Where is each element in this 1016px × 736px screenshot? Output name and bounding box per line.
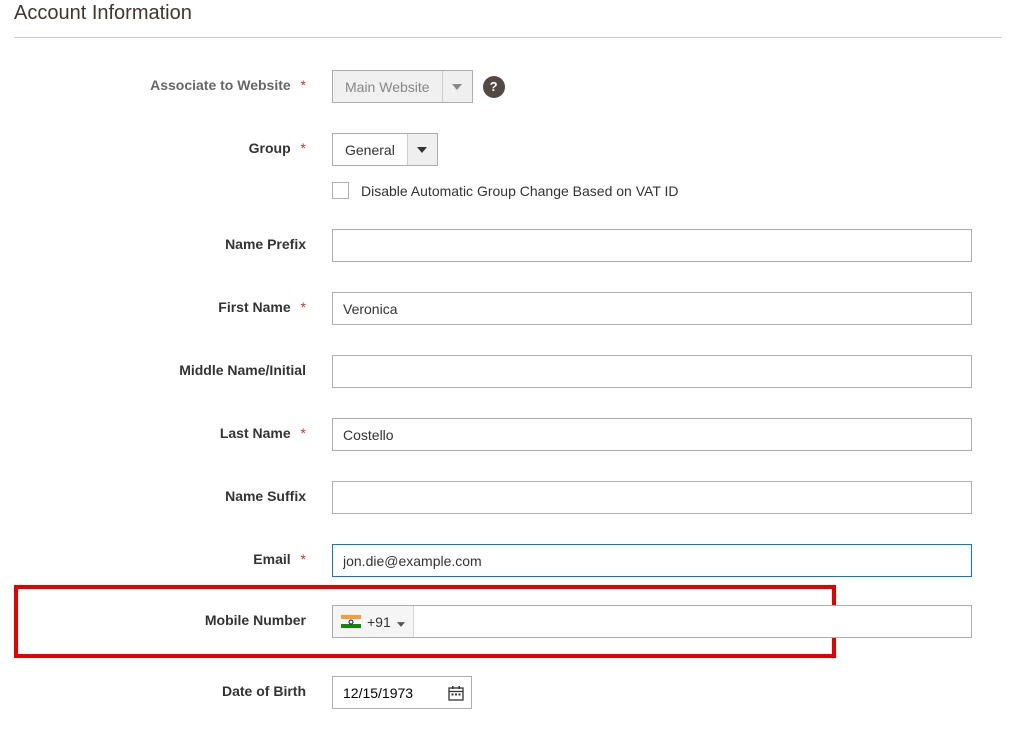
chevron-down-icon — [442, 71, 472, 102]
group-label-text: Group — [249, 140, 291, 156]
associate-website-value: Main Website — [333, 71, 442, 102]
chevron-down-icon — [407, 134, 437, 165]
middle-name-label: Middle Name/Initial — [14, 355, 332, 378]
spacer — [14, 182, 332, 189]
chevron-down-icon — [397, 614, 405, 630]
associate-website-label: Associate to Website * — [14, 70, 332, 93]
phone-country-code: +91 — [367, 614, 391, 630]
name-prefix-label: Name Prefix — [14, 229, 332, 252]
email-label: Email * — [14, 544, 332, 567]
middle-name-input[interactable] — [332, 355, 972, 388]
mobile-number-label: Mobile Number — [14, 605, 332, 628]
group-select[interactable]: General — [332, 133, 438, 166]
last-name-label: Last Name * — [14, 418, 332, 441]
email-input[interactable] — [332, 544, 972, 577]
required-star: * — [301, 425, 306, 441]
first-name-label-text: First Name — [218, 299, 290, 315]
phone-country-selector[interactable]: +91 — [333, 606, 414, 637]
dob-label: Date of Birth — [14, 676, 332, 699]
first-name-input[interactable] — [332, 292, 972, 325]
section-title: Account Information — [14, 0, 1002, 38]
disable-auto-group-checkbox[interactable]: Disable Automatic Group Change Based on … — [332, 182, 679, 199]
last-name-label-text: Last Name — [220, 425, 291, 441]
required-star: * — [301, 299, 306, 315]
mobile-number-input[interactable]: +91 — [332, 605, 972, 638]
last-name-input[interactable] — [332, 418, 972, 451]
group-value: General — [333, 134, 407, 165]
required-star: * — [301, 77, 306, 93]
first-name-label: First Name * — [14, 292, 332, 315]
name-suffix-label: Name Suffix — [14, 481, 332, 504]
checkbox-icon — [332, 182, 349, 199]
associate-website-label-text: Associate to Website — [150, 77, 291, 93]
mobile-number-highlight: Mobile Number +91 — [14, 585, 836, 658]
flag-india-icon — [341, 615, 361, 629]
disable-auto-group-label: Disable Automatic Group Change Based on … — [361, 183, 679, 199]
name-prefix-input[interactable] — [332, 229, 972, 262]
name-suffix-input[interactable] — [332, 481, 972, 514]
required-star: * — [301, 140, 306, 156]
group-label: Group * — [14, 133, 332, 156]
mobile-number-field[interactable] — [414, 606, 971, 637]
email-label-text: Email — [253, 551, 290, 567]
associate-website-select[interactable]: Main Website — [332, 70, 473, 103]
required-star: * — [301, 551, 306, 567]
help-icon[interactable]: ? — [483, 76, 505, 98]
calendar-icon[interactable] — [448, 685, 464, 701]
